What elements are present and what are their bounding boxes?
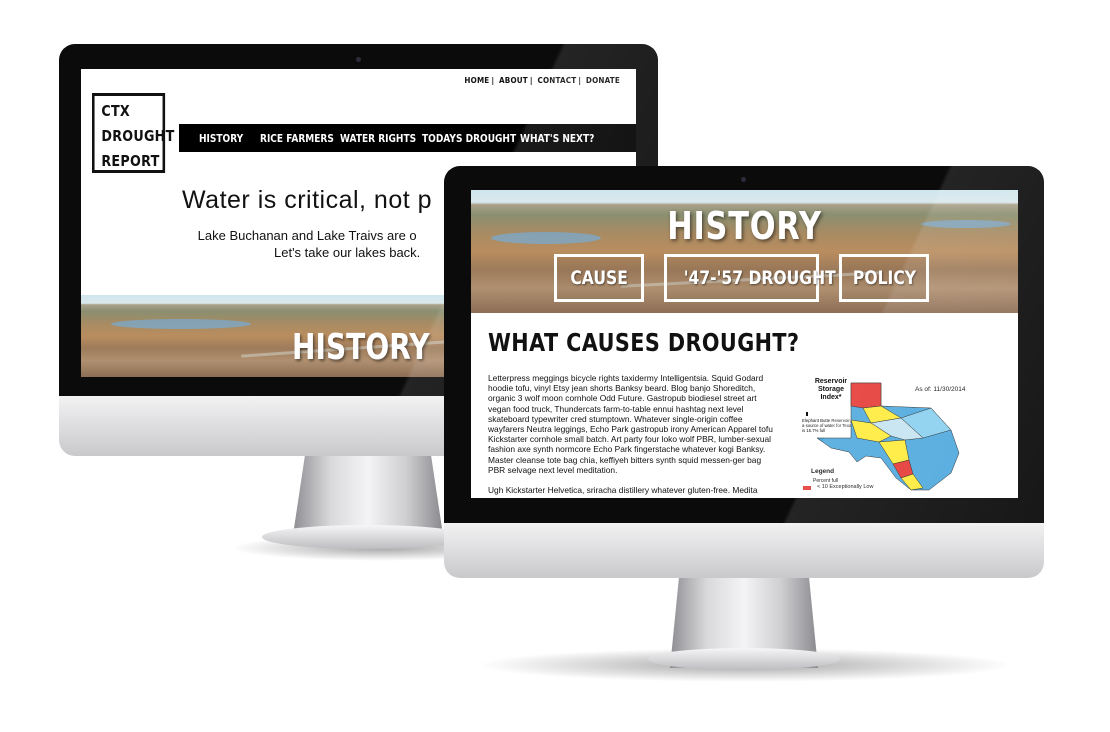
article-body: Letterpress meggings bicycle rights taxi… [488,373,778,498]
paragraph-2: Ugh Kickstarter Helvetica, sriracha dist… [488,485,758,496]
front-monitor-base [648,648,840,670]
front-monitor-bezel: HISTORY CAUSE '47-'57 DROUGHT POLICY WHA… [444,166,1044,523]
history-banner-title: HISTORY [292,327,430,368]
hero-subtext-line-1: Lake Buchanan and Lake Traivs are o [197,228,417,243]
cause-button-label: CAUSE [570,267,628,289]
nav-whats-next[interactable]: WHAT'S NEXT? [520,132,594,145]
legend-swatch-red [803,486,811,490]
site-logo[interactable]: CTX DROUGHT REPORT [92,93,175,173]
link-about[interactable]: ABOUT [499,76,528,85]
cause-button[interactable]: CAUSE [554,254,644,302]
policy-button-label: POLICY [852,267,916,289]
nav-rice-farmers[interactable]: RICE FARMERS [260,132,334,145]
policy-button[interactable]: POLICY [839,254,929,302]
nav-water-rights[interactable]: WATER RIGHTS [340,132,416,145]
main-nav: HISTORY RICE FARMERS WATER RIGHTS TODAYS… [179,124,636,152]
legend-title: Legend [811,468,835,475]
front-screen: HISTORY CAUSE '47-'57 DROUGHT POLICY WHA… [471,190,1018,498]
front-monitor-chin [444,523,1044,578]
logo-line-1: CTX [101,102,131,120]
history-hero-image: HISTORY CAUSE '47-'57 DROUGHT POLICY [471,190,1018,313]
front-camera [741,177,746,182]
history-hero-title: HISTORY [667,204,822,248]
nav-history[interactable]: HISTORY [199,132,243,145]
drought-47-57-button[interactable]: '47-'57 DROUGHT [664,254,836,302]
drought-button-label: '47-'57 DROUGHT [683,267,836,289]
link-contact[interactable]: CONTACT [537,76,576,85]
paragraph-1: Letterpress meggings bicycle rights taxi… [488,373,773,475]
logo-line-2: DROUGHT [101,127,175,145]
back-monitor-stand [293,455,443,535]
top-links: HOME | ABOUT | CONTACT | DONATE [464,76,620,85]
logo-line-3: REPORT [101,152,160,170]
nav-todays-drought[interactable]: TODAYS DROUGHT [422,132,516,145]
section-heading: WHAT CAUSES DROUGHT? [488,328,800,357]
lake-shape [111,319,251,329]
reservoir-storage-map[interactable]: Reservoir Storage Index* As of: 11/30/20… [801,378,1018,498]
link-home[interactable]: HOME [464,76,489,85]
back-camera [356,57,361,62]
hero-subtext-line-2: Let's take our lakes back. [274,245,421,260]
back-monitor-base [262,525,472,549]
legend-item: < 10 Exceptionally Low [817,484,874,490]
hero-headline: Water is critical, not p [182,186,433,214]
panhandle-region [850,382,882,409]
hero-subtext: Lake Buchanan and Lake Traivs are o Let'… [194,227,421,261]
link-donate[interactable]: DONATE [586,76,620,85]
